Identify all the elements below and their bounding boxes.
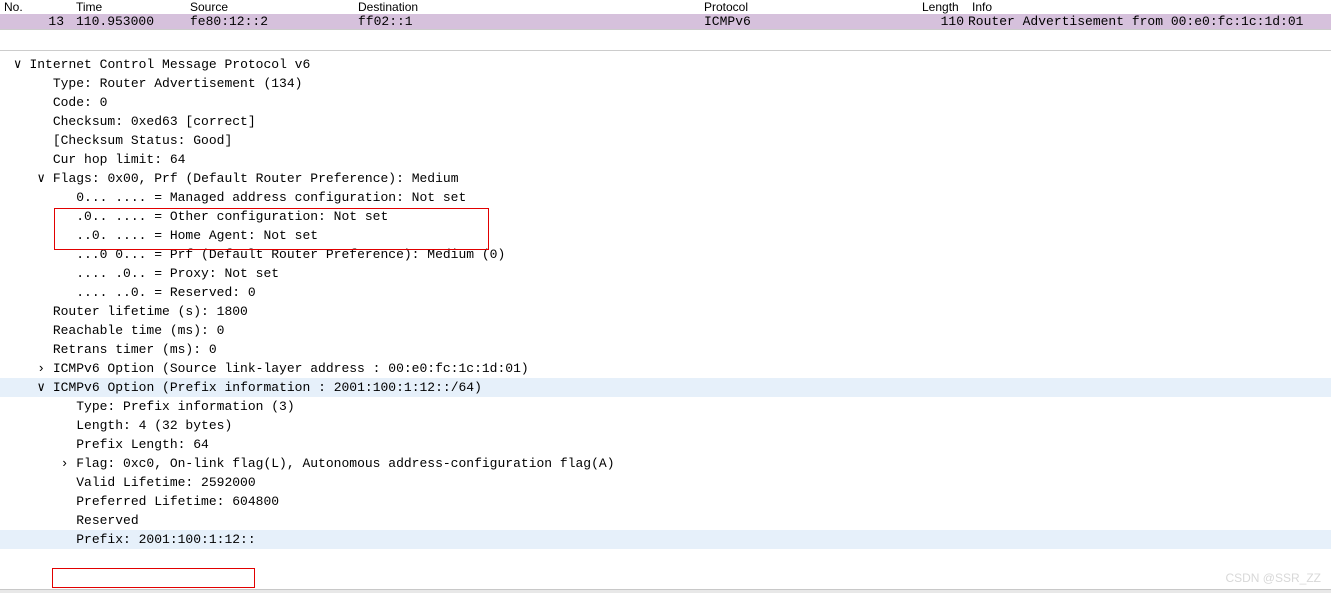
tree-pi-len[interactable]: Length: 4 (32 bytes): [0, 416, 1331, 435]
packet-list-header-row[interactable]: No. Time Source Destination Protocol Len…: [0, 0, 1331, 14]
tree-pi-pref[interactable]: Preferred Lifetime: 604800: [0, 492, 1331, 511]
tree-pi-type[interactable]: Type: Prefix information (3): [0, 397, 1331, 416]
tree-opt-prefix[interactable]: ∨ ICMPv6 Option (Prefix information : 20…: [0, 378, 1331, 397]
curhop-label: Cur hop limit: 64: [53, 152, 186, 167]
cell-no: 13: [0, 14, 72, 29]
col-header-no[interactable]: No.: [0, 0, 72, 14]
icmpv6-label: Internet Control Message Protocol v6: [29, 57, 310, 72]
cell-protocol: ICMPv6: [700, 14, 918, 29]
tree-retrans[interactable]: Retrans timer (ms): 0: [0, 340, 1331, 359]
tree-pi-flag[interactable]: › Flag: 0xc0, On-link flag(L), Autonomou…: [0, 454, 1331, 473]
flags-label: Flags: 0x00, Prf (Default Router Prefere…: [53, 171, 459, 186]
tree-code[interactable]: Code: 0: [0, 93, 1331, 112]
flag-h-label: ..0. .... = Home Agent: Not set: [76, 228, 318, 243]
opt-slla-label: ICMPv6 Option (Source link-layer address…: [53, 361, 529, 376]
tree-flag-o[interactable]: .0.. .... = Other configuration: Not set: [0, 207, 1331, 226]
pi-valid-label: Valid Lifetime: 2592000: [76, 475, 255, 490]
pi-prefix-label: Prefix: 2001:100:1:12::: [76, 532, 255, 547]
tree-router-lifetime[interactable]: Router lifetime (s): 1800: [0, 302, 1331, 321]
pi-pref-label: Preferred Lifetime: 604800: [76, 494, 279, 509]
flag-r-label: .... ..0. = Reserved: 0: [76, 285, 255, 300]
tree-flag-h[interactable]: ..0. .... = Home Agent: Not set: [0, 226, 1331, 245]
cell-time: 110.953000: [72, 14, 186, 29]
flag-prf-label: ...0 0... = Prf (Default Router Preferen…: [76, 247, 505, 262]
tree-flag-prf[interactable]: ...0 0... = Prf (Default Router Preferen…: [0, 245, 1331, 264]
tree-checksum[interactable]: Checksum: 0xed63 [correct]: [0, 112, 1331, 131]
checksum-label: Checksum: 0xed63 [correct]: [53, 114, 256, 129]
code-label: Code: 0: [53, 95, 108, 110]
cell-destination: ff02::1: [354, 14, 700, 29]
pi-res-label: Reserved: [76, 513, 138, 528]
opt-prefix-label: ICMPv6 Option (Prefix information : 2001…: [53, 380, 482, 395]
type-label: Type: Router Advertisement (134): [53, 76, 303, 91]
flag-p-label: .... .0.. = Proxy: Not set: [76, 266, 279, 281]
tree-flag-r[interactable]: .... ..0. = Reserved: 0: [0, 283, 1331, 302]
flag-m-label: 0... .... = Managed address configuratio…: [76, 190, 466, 205]
packet-list-table: No. Time Source Destination Protocol Len…: [0, 0, 1331, 29]
retrans-label: Retrans timer (ms): 0: [53, 342, 217, 357]
cell-length: 110: [918, 14, 968, 29]
col-header-length[interactable]: Length: [918, 0, 968, 14]
tree-checksum-status[interactable]: [Checksum Status: Good]: [0, 131, 1331, 150]
tree-pi-prefix[interactable]: Prefix: 2001:100:1:12::: [0, 530, 1331, 549]
tree-type[interactable]: Type: Router Advertisement (134): [0, 74, 1331, 93]
pi-plen-label: Prefix Length: 64: [76, 437, 209, 452]
col-header-protocol[interactable]: Protocol: [700, 0, 918, 14]
tree-reachable[interactable]: Reachable time (ms): 0: [0, 321, 1331, 340]
tree-flag-m[interactable]: 0... .... = Managed address configuratio…: [0, 188, 1331, 207]
pi-len-label: Length: 4 (32 bytes): [76, 418, 232, 433]
cell-info: Router Advertisement from 00:e0:fc:1c:1d…: [968, 14, 1331, 29]
tree-icmpv6[interactable]: ∨ Internet Control Message Protocol v6: [0, 55, 1331, 74]
reachable-label: Reachable time (ms): 0: [53, 323, 225, 338]
tree-pi-res[interactable]: Reserved: [0, 511, 1331, 530]
flag-o-label: .0.. .... = Other configuration: Not set: [76, 209, 388, 224]
tree-pi-plen[interactable]: Prefix Length: 64: [0, 435, 1331, 454]
cell-source: fe80:12::2: [186, 14, 354, 29]
pi-type-label: Type: Prefix information (3): [76, 399, 294, 414]
tree-pi-valid[interactable]: Valid Lifetime: 2592000: [0, 473, 1331, 492]
checksum-status-label: [Checksum Status: Good]: [53, 133, 232, 148]
pi-flag-label: Flag: 0xc0, On-link flag(L), Autonomous …: [76, 456, 614, 471]
col-header-source[interactable]: Source: [186, 0, 354, 14]
col-header-info[interactable]: Info: [968, 0, 1331, 14]
watermark: CSDN @SSR_ZZ: [1225, 571, 1321, 585]
tree-flags[interactable]: ∨ Flags: 0x00, Prf (Default Router Prefe…: [0, 169, 1331, 188]
router-life-label: Router lifetime (s): 1800: [53, 304, 248, 319]
pane-divider[interactable]: [0, 29, 1331, 51]
col-header-destination[interactable]: Destination: [354, 0, 700, 14]
tree-opt-slla[interactable]: › ICMPv6 Option (Source link-layer addre…: [0, 359, 1331, 378]
packet-details-tree: ∨ Internet Control Message Protocol v6 T…: [0, 51, 1331, 549]
col-header-time[interactable]: Time: [72, 0, 186, 14]
packet-row[interactable]: 13 110.953000 fe80:12::2 ff02::1 ICMPv6 …: [0, 14, 1331, 29]
bottom-border: [0, 589, 1331, 593]
tree-flag-p[interactable]: .... .0.. = Proxy: Not set: [0, 264, 1331, 283]
annotation-box-prefix: [52, 568, 255, 588]
tree-cur-hop[interactable]: Cur hop limit: 64: [0, 150, 1331, 169]
